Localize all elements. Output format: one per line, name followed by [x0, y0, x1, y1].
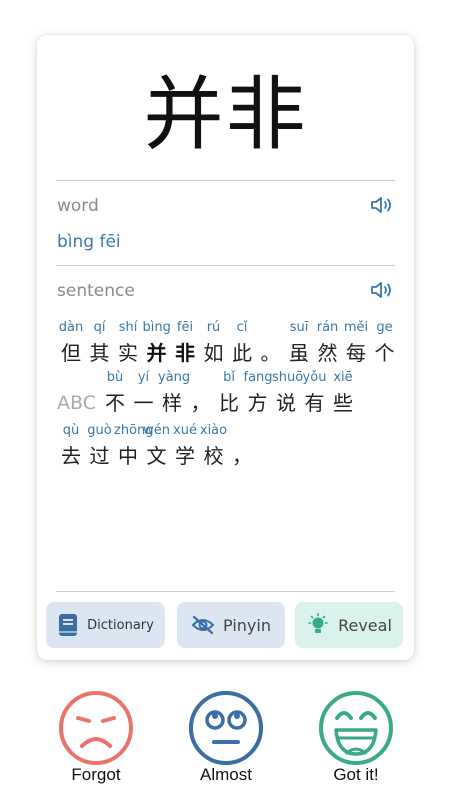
sentence-character[interactable]: 去 [57, 443, 85, 469]
sentence-character[interactable]: 中 [114, 443, 142, 469]
sentence-character[interactable]: 个 [371, 340, 399, 366]
sentence-prefix: ABC [57, 392, 96, 414]
sentence-character[interactable]: 不 [101, 390, 129, 416]
sentence-character[interactable]: 比 [215, 390, 243, 416]
sentence-character[interactable]: 有 [301, 390, 329, 416]
sentence-pinyin: xiào [199, 423, 228, 438]
sentence-pinyin: zhōng [114, 423, 154, 438]
sentence-character[interactable]: 学 [171, 443, 199, 469]
reveal-button-label: Reveal [338, 615, 392, 635]
dictionary-button-label: Dictionary [87, 617, 154, 633]
flashcard: 并非 word bìng fēi sentence dàn 但 qí 其 shí 实 bìn… [37, 35, 414, 660]
sentence-character[interactable]: 过 [86, 443, 114, 469]
sentence-character[interactable]: 样 [158, 390, 186, 416]
sentence-character[interactable]: 些 [329, 390, 357, 416]
sentence-label: sentence [57, 281, 135, 301]
sentence-character[interactable]: 校 [200, 443, 228, 469]
sentence-character[interactable]: ， [228, 443, 256, 469]
book-icon [59, 614, 78, 636]
sentence-character[interactable]: 方 [244, 390, 272, 416]
sentence-character[interactable]: 其 [86, 340, 114, 366]
sentence-character[interactable]: 非 [171, 340, 199, 366]
sentence-pinyin: qù [62, 423, 80, 438]
pinyin-toggle-button[interactable]: Pinyin [177, 602, 285, 648]
divider [56, 180, 395, 181]
sentence-character[interactable]: 并 [143, 340, 171, 366]
lightbulb-icon [308, 613, 328, 633]
sentence-character[interactable]: 。 [257, 340, 285, 366]
sentence-pinyin: yàng [158, 370, 191, 385]
sentence-pinyin: ge [376, 320, 393, 335]
divider [56, 265, 395, 266]
eye-off-icon [191, 615, 215, 635]
sentence-pinyin: bǐ [223, 370, 235, 385]
sentence-pinyin: rú [206, 320, 221, 335]
almost-face-icon[interactable] [186, 688, 266, 768]
sentence-pinyin: dàn [58, 320, 84, 335]
almost-label[interactable]: Almost [166, 765, 286, 785]
sentence-pinyin: shuō [272, 370, 304, 385]
sentence-pinyin: qí [93, 320, 106, 335]
reveal-button[interactable]: Reveal [295, 602, 403, 648]
word-pinyin: bìng fēi [57, 232, 121, 252]
word-label: word [57, 196, 99, 216]
forgot-label[interactable]: Forgot [36, 765, 156, 785]
sentence-character[interactable]: 虽 [285, 340, 313, 366]
forgot-face-icon[interactable] [56, 688, 136, 768]
sentence-pinyin: xué [173, 423, 197, 438]
sentence-pinyin: wén [143, 423, 170, 438]
sentence-character[interactable]: 每 [342, 340, 370, 366]
sentence-pinyin: fēi [176, 320, 194, 335]
sentence-pinyin: yí [137, 370, 150, 385]
sentence-pinyin: cǐ [236, 320, 248, 335]
sentence-character[interactable]: 说 [272, 390, 300, 416]
sentence-character[interactable]: 实 [114, 340, 142, 366]
sentence-pinyin: fang [243, 370, 273, 385]
sentence-speaker-icon[interactable] [370, 281, 394, 299]
sentence-character[interactable]: 一 [130, 390, 158, 416]
sentence-character[interactable]: ， [187, 390, 215, 416]
headword: 并非 [143, 68, 308, 161]
sentence-pinyin: shí [118, 320, 138, 335]
sentence-character[interactable]: 然 [314, 340, 342, 366]
divider [56, 591, 395, 592]
got-it-face-icon[interactable] [316, 688, 396, 768]
sentence-character[interactable]: 如 [200, 340, 228, 366]
sentence-character[interactable]: 文 [143, 443, 171, 469]
dictionary-button[interactable]: Dictionary [46, 602, 165, 648]
sentence-character[interactable]: 但 [57, 340, 85, 366]
sentence-pinyin: bù [106, 370, 124, 385]
sentence-pinyin: bìng [142, 320, 171, 335]
sentence-pinyin: xiē [333, 370, 353, 385]
sentence-pinyin: yǒu [302, 370, 327, 385]
sentence-pinyin: měi [343, 320, 369, 335]
got-it-label[interactable]: Got it! [296, 765, 416, 785]
sentence-pinyin: rán [316, 320, 339, 335]
sentence-pinyin: guò [87, 423, 112, 438]
word-speaker-icon[interactable] [370, 196, 394, 214]
sentence-pinyin: suī [289, 320, 309, 335]
sentence-character[interactable]: 此 [228, 340, 256, 366]
pinyin-button-label: Pinyin [223, 615, 271, 635]
